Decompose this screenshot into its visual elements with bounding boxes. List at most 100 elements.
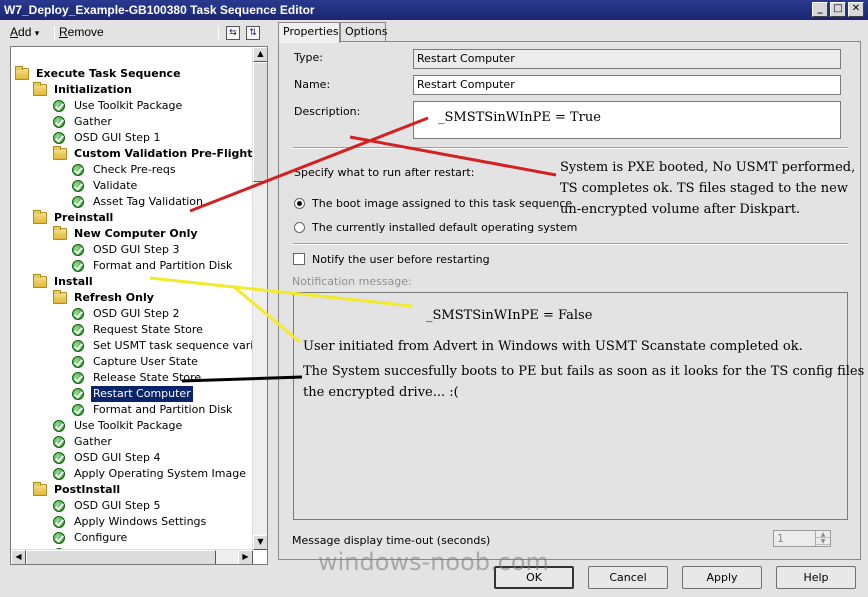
tree-item-label: Apply Operating System Image xyxy=(74,467,247,480)
check-circle-icon xyxy=(53,500,65,512)
tree-item-label: Configure xyxy=(74,531,128,544)
description-label: Description: xyxy=(294,105,361,118)
tree-item-label: Check Pre-reqs xyxy=(93,163,176,176)
add-mnemonic: A xyxy=(10,25,19,39)
tree-item-label: Custom Validation Pre-Flight Che xyxy=(74,147,268,160)
folder-icon xyxy=(33,482,47,496)
tree-item-label: Format and Partition Disk xyxy=(93,403,233,416)
false-value-note: _SMSTSinWInPE = False xyxy=(426,308,593,323)
add-label: dd xyxy=(18,25,32,39)
check-circle-icon xyxy=(72,196,84,208)
restart-heading: Specify what to run after restart: xyxy=(294,166,475,179)
check-circle-icon xyxy=(72,372,84,384)
tree-item-label: Preinstall xyxy=(54,211,114,224)
watermark: windows-noob.com xyxy=(318,548,549,576)
scroll-down-arrow-icon[interactable]: ▼ xyxy=(253,535,267,550)
section-divider xyxy=(293,243,848,245)
spin-down-icon[interactable]: ▼ xyxy=(816,538,830,545)
tree-item-label: Gather xyxy=(74,115,112,128)
tree-item-label: Refresh Only xyxy=(74,291,154,304)
tree-vertical-scrollbar[interactable]: ▲ ▼ xyxy=(252,47,267,550)
message-note-line: User initiated from Advert in Windows wi… xyxy=(303,339,803,354)
spin-up-icon[interactable]: ▲ xyxy=(816,531,830,538)
description-field[interactable]: _SMSTSinWInPE = True xyxy=(413,101,841,139)
tree-item-label: Install xyxy=(54,275,93,288)
notify-user-checkbox[interactable] xyxy=(293,253,305,265)
tree-horizontal-scrollbar[interactable]: ◀ ▶ xyxy=(11,549,253,564)
boot-image-radio[interactable] xyxy=(294,198,305,209)
close-button[interactable]: ✕ xyxy=(848,2,864,17)
type-field: Restart Computer xyxy=(413,49,841,69)
timeout-value: 1 xyxy=(777,532,784,545)
tree-toolbar: Add ▾ Remove ⇆ ⇅ xyxy=(6,23,268,43)
check-circle-icon xyxy=(72,324,84,336)
check-circle-icon xyxy=(53,132,65,144)
stepper-arrows[interactable]: ▲ ▼ xyxy=(815,531,830,546)
check-circle-icon xyxy=(53,420,65,432)
folder-icon xyxy=(33,210,47,224)
check-circle-icon xyxy=(53,436,65,448)
tree-item-label: OSD GUI Step 4 xyxy=(74,451,161,464)
remove-mnemonic: R xyxy=(59,25,68,39)
help-button[interactable]: Help xyxy=(776,566,856,589)
window-title: W7_Deploy_Example-GB100380 Task Sequence… xyxy=(4,3,315,17)
name-field[interactable]: Restart Computer xyxy=(413,75,841,95)
message-note-line: the encrypted drive... :( xyxy=(303,385,459,400)
section-divider xyxy=(293,147,848,149)
check-circle-icon xyxy=(72,388,84,400)
check-circle-icon xyxy=(72,340,84,352)
check-circle-icon xyxy=(72,180,84,192)
add-button[interactable]: Add ▾ xyxy=(10,25,39,39)
notification-message-field[interactable]: _SMSTSinWInPE = False User initiated fro… xyxy=(293,292,868,520)
boot-image-radio-label: The boot image assigned to this task seq… xyxy=(312,197,573,210)
check-circle-icon xyxy=(53,116,65,128)
editor-body: Add ▾ Remove ⇆ ⇅ Execute Task Sequence In… xyxy=(0,20,868,597)
check-circle-icon xyxy=(53,468,65,480)
scroll-up-arrow-icon[interactable]: ▲ xyxy=(253,47,267,62)
tree-item-label: OSD GUI Step 5 xyxy=(74,499,161,512)
folder-icon xyxy=(15,66,29,80)
tree-item-label: New Computer Only xyxy=(74,227,198,240)
timeout-label: Message display time-out (seconds) xyxy=(292,534,491,547)
tab-options[interactable]: Options xyxy=(340,22,387,42)
remove-button[interactable]: Remove xyxy=(59,25,104,39)
notification-message-label: Notification message: xyxy=(292,275,412,288)
scroll-left-arrow-icon[interactable]: ◀ xyxy=(11,550,26,564)
tree-item-label: PostInstall xyxy=(54,483,121,496)
chevron-down-icon: ▾ xyxy=(34,28,40,38)
properties-panel: Type: Restart Computer Name: Restart Com… xyxy=(278,41,868,560)
tree-item-label: Set USMT task sequence variable xyxy=(93,339,268,352)
tree-item-label: Apply Windows Settings xyxy=(74,515,207,528)
tree-item-label: OSD GUI Step 1 xyxy=(74,131,161,144)
move-down-icon[interactable]: ⇅ xyxy=(246,26,260,40)
check-circle-icon xyxy=(53,452,65,464)
move-up-icon[interactable]: ⇆ xyxy=(226,26,240,40)
folder-icon xyxy=(33,82,47,96)
title-bar: W7_Deploy_Example-GB100380 Task Sequence… xyxy=(0,0,868,20)
tab-properties[interactable]: Properties xyxy=(278,22,340,43)
scroll-thumb[interactable] xyxy=(253,62,267,182)
cancel-button[interactable]: Cancel xyxy=(588,566,668,589)
pxe-note-line: System is PXE booted, No USMT performed, xyxy=(560,160,856,175)
tree-item-label: Request State Store xyxy=(93,323,203,336)
tree-item-label: Restart Computer xyxy=(91,386,193,402)
check-circle-icon xyxy=(53,532,65,544)
toolbar-separator xyxy=(218,26,219,40)
check-circle-icon xyxy=(72,260,84,272)
minimize-button[interactable]: _ xyxy=(812,2,828,17)
check-circle-icon xyxy=(72,164,84,176)
folder-icon xyxy=(53,290,67,304)
task-sequence-tree[interactable]: Execute Task Sequence Initialization Use T… xyxy=(10,46,268,565)
timeout-stepper[interactable]: 1 ▲ ▼ xyxy=(773,530,831,547)
notify-user-label: Notify the user before restarting xyxy=(312,253,490,266)
type-label: Type: xyxy=(294,51,323,64)
remove-label: emove xyxy=(67,25,104,39)
tree-item-label: Release State Store xyxy=(93,371,202,384)
scroll-right-arrow-icon[interactable]: ▶ xyxy=(238,550,253,564)
apply-button[interactable]: Apply xyxy=(682,566,762,589)
scroll-thumb[interactable] xyxy=(26,550,216,564)
check-circle-icon xyxy=(72,356,84,368)
maximize-button[interactable]: □ xyxy=(830,2,846,17)
tree-item-label: Execute Task Sequence xyxy=(36,67,181,80)
installed-os-radio[interactable] xyxy=(294,222,305,233)
